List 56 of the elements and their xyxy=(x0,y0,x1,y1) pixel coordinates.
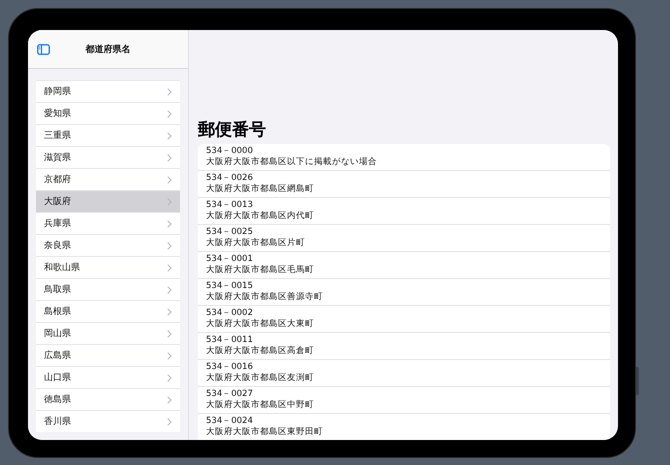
chevron-icon xyxy=(167,264,172,272)
postal-code: 534－0002 xyxy=(206,308,254,318)
address-text: 大阪府大阪市都島区網島町 xyxy=(206,184,315,195)
postal-code: 534－0015 xyxy=(206,281,254,292)
prefecture-item[interactable]: 奈良県 xyxy=(36,234,180,256)
chevron-icon xyxy=(167,198,172,206)
address-text: 大阪府大阪市都島区以下に掲載がない場合 xyxy=(206,157,378,168)
prefecture-item[interactable]: 岡山県 xyxy=(36,322,180,344)
address-text: 大阪府大阪市都島区中野町 xyxy=(206,400,315,411)
postal-code: 534－0011 xyxy=(206,335,254,346)
chevron-icon xyxy=(167,176,172,184)
chevron-icon xyxy=(167,220,172,228)
prefecture-item[interactable]: 香川県 xyxy=(36,410,180,432)
page-title: 郵便番号 xyxy=(198,120,267,140)
address-text: 大阪府大阪市都島区片町 xyxy=(206,238,306,249)
prefecture-item[interactable]: 大阪府 xyxy=(36,190,180,212)
address-text: 大阪府大阪市都島区内代町 xyxy=(206,211,315,222)
prefecture-item[interactable]: 静岡県 xyxy=(36,80,180,102)
address-text: 大阪府大阪市都島区友渕町 xyxy=(206,373,315,384)
address-text: 大阪府大阪市都島区高倉町 xyxy=(206,346,315,357)
prefecture-item[interactable]: 愛知県 xyxy=(36,102,180,124)
prefecture-item[interactable]: 兵庫県 xyxy=(36,212,180,234)
postal-code: 534－0025 xyxy=(206,227,254,238)
postal-code: 534－0026 xyxy=(206,173,254,184)
postal-code: 534－0000 xyxy=(206,146,254,156)
address-text: 大阪府大阪市都島区毛馬町 xyxy=(206,265,315,276)
prefecture-item[interactable]: 和歌山県 xyxy=(36,256,180,278)
chevron-icon xyxy=(167,352,172,360)
address-text: 大阪府大阪市都島区東野田町 xyxy=(206,427,324,438)
chevron-icon xyxy=(167,418,172,426)
sidebar-icon[interactable] xyxy=(37,44,50,55)
prefecture-item[interactable]: 三重県 xyxy=(36,124,180,146)
prefecture-item[interactable]: 滋賀県 xyxy=(36,146,180,168)
chevron-icon xyxy=(167,374,172,382)
postal-code: 534－0016 xyxy=(206,362,254,372)
chevron-icon xyxy=(167,132,172,140)
chevron-icon xyxy=(167,154,172,162)
chevron-icon xyxy=(167,396,172,404)
postal-code: 534－0027 xyxy=(206,389,254,400)
address-text: 大阪府大阪市都島区大東町 xyxy=(206,319,315,330)
prefecture-item[interactable]: 山口県 xyxy=(36,366,180,388)
prefecture-item[interactable]: 島根県 xyxy=(36,300,180,322)
chevron-icon xyxy=(167,308,172,316)
postal-code: 534－0024 xyxy=(206,416,254,426)
chevron-icon xyxy=(167,88,172,96)
postal-code: 534－0013 xyxy=(206,200,254,210)
sidebar-title: 都道府県名 xyxy=(86,43,130,56)
chevron-icon xyxy=(167,330,172,338)
chevron-icon xyxy=(167,286,172,294)
prefecture-item[interactable]: 鳥取県 xyxy=(36,278,180,300)
postal-code: 534－0001 xyxy=(206,254,254,264)
chevron-icon xyxy=(167,242,172,250)
address-text: 大阪府大阪市都島区善源寺町 xyxy=(206,292,324,303)
chevron-icon xyxy=(167,110,172,118)
prefecture-item[interactable]: 広島県 xyxy=(36,344,180,366)
prefecture-item[interactable]: 徳島県 xyxy=(36,388,180,410)
